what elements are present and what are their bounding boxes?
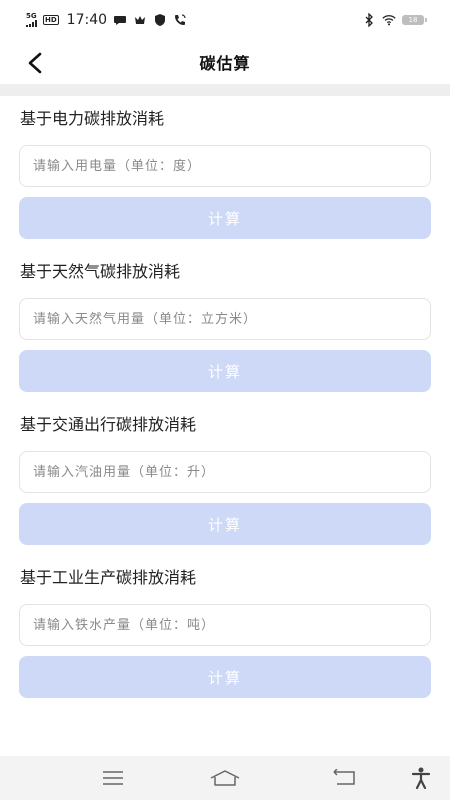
bluetooth-icon <box>365 13 373 27</box>
status-right: 18 <box>362 13 427 27</box>
back-icon <box>333 769 355 785</box>
section-industry: 基于工业生产碳排放消耗 计算 <box>19 567 431 698</box>
section-electricity: 基于电力碳排放消耗 计算 <box>19 108 431 239</box>
status-time: 17:40 <box>66 12 108 28</box>
battery-icon: 18 <box>402 15 427 25</box>
network-type: 5G <box>26 12 37 20</box>
page-title: 碳估算 <box>199 54 251 73</box>
calculate-button[interactable]: 计算 <box>19 197 431 239</box>
menu-icon <box>103 771 123 785</box>
gasoline-input[interactable] <box>31 463 419 481</box>
calculate-button[interactable]: 计算 <box>19 656 431 698</box>
chevron-left-icon <box>28 52 42 74</box>
back-button[interactable] <box>20 48 50 78</box>
section-transport: 基于交通出行碳排放消耗 计算 <box>19 414 431 545</box>
electricity-input[interactable] <box>31 157 419 175</box>
status-bar: 5G HD 17:40 18 <box>0 0 450 40</box>
transport-input-box <box>19 451 431 493</box>
shield-icon <box>155 14 166 26</box>
status-left: 5G HD 17:40 <box>26 12 187 28</box>
system-nav-bar <box>0 756 450 800</box>
menu-button[interactable] <box>101 767 125 789</box>
back-nav-button[interactable] <box>331 767 357 789</box>
iron-output-input[interactable] <box>31 616 419 634</box>
electricity-input-box <box>19 145 431 187</box>
signal-icon: 5G <box>26 13 37 27</box>
chat-icon <box>114 16 127 25</box>
accessibility-button[interactable] <box>411 767 431 789</box>
title-bar: 碳估算 <box>0 40 450 84</box>
home-button[interactable] <box>209 767 241 789</box>
natural-gas-input[interactable] <box>31 310 419 328</box>
calculate-button[interactable]: 计算 <box>19 350 431 392</box>
calculate-button[interactable]: 计算 <box>19 503 431 545</box>
section-title: 基于天然气碳排放消耗 <box>20 262 181 281</box>
accessibility-icon <box>411 767 431 789</box>
phone-call-icon <box>175 14 186 25</box>
header-divider <box>0 84 450 96</box>
hd-badge: HD <box>43 15 59 25</box>
industry-input-box <box>19 604 431 646</box>
section-title: 基于电力碳排放消耗 <box>20 109 165 128</box>
section-title: 基于交通出行碳排放消耗 <box>20 415 197 434</box>
crown-icon <box>135 16 146 24</box>
wifi-icon <box>382 15 396 26</box>
section-title: 基于工业生产碳排放消耗 <box>20 568 197 587</box>
home-icon <box>210 770 240 786</box>
section-natural-gas: 基于天然气碳排放消耗 计算 <box>19 261 431 392</box>
natural-gas-input-box <box>19 298 431 340</box>
